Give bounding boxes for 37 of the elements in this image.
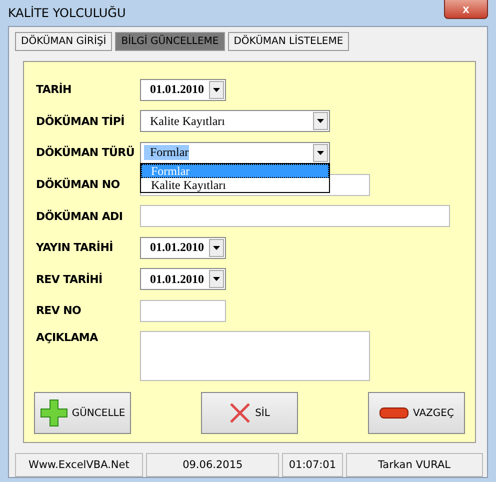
input-field[interactable]	[140, 330, 370, 381]
input-field[interactable]	[140, 205, 450, 228]
dropdown-value: Kalite Kayıtları	[149, 114, 225, 129]
tab[interactable]: DÖKÜMAN GİRİŞİ	[15, 32, 112, 51]
field-label: AÇIKLAMA	[36, 330, 99, 344]
plus-icon	[40, 399, 68, 427]
action-button[interactable]: SİL	[201, 392, 298, 434]
dropdown-field[interactable]: 01.01.2010	[140, 78, 226, 101]
field-label: DÖKÜMAN TİPİ	[36, 114, 126, 128]
dropdown-field[interactable]: 01.01.2010	[140, 236, 226, 259]
field-label: DÖKÜMAN TÜRÜ	[36, 146, 136, 160]
dropdown-field[interactable]: Kalite Kayıtları	[140, 110, 330, 132]
status-cell: 09.06.2015	[146, 453, 280, 477]
dropdown-value: 01.01.2010	[149, 272, 204, 287]
field-label: DÖKÜMAN NO	[36, 178, 121, 192]
field-label: TARİH	[36, 83, 72, 96]
close-icon	[229, 402, 252, 424]
action-button[interactable]: VAZGEÇ	[368, 392, 465, 434]
tab[interactable]: BİLGİ GÜNCELLEME	[115, 32, 225, 51]
status-cell: Www.ExcelVBA.Net	[15, 453, 143, 477]
input-field[interactable]	[140, 300, 226, 322]
field-label: YAYIN TARİHİ	[36, 241, 114, 254]
dropdown-value: 01.01.2010	[149, 82, 204, 98]
action-button[interactable]: GÜNCELLE	[34, 392, 131, 434]
dropdown-field[interactable]: Formlar	[140, 142, 330, 164]
status-cell: 01:07:01	[282, 453, 342, 477]
dropdown-option[interactable]: Kalite Kayıtları	[141, 178, 329, 192]
minus-icon	[379, 407, 410, 419]
dropdown-value: 01.01.2010	[149, 240, 204, 256]
dropdown-field[interactable]: 01.01.2010	[140, 268, 226, 290]
dropdown-value: Formlar	[144, 145, 189, 160]
window-title: KALİTE YOLCULUĞU	[8, 6, 126, 20]
status-cell: Tarkan VURAL	[346, 453, 483, 477]
tab[interactable]: DÖKÜMAN LİSTELEME	[228, 32, 350, 51]
field-label: DÖKÜMAN ADI	[36, 210, 124, 223]
field-label: REV TARİHİ	[36, 272, 104, 286]
field-label: REV NO	[36, 304, 82, 318]
